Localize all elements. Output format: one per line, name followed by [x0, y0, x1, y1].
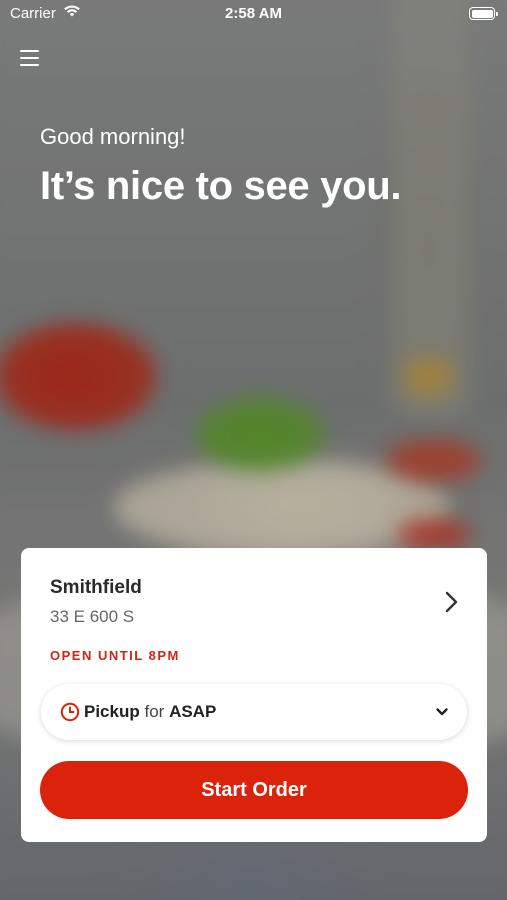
order-mode-dropdown[interactable]: Pickup for ASAP	[41, 684, 467, 740]
store-name[interactable]: Smithfield	[50, 577, 142, 599]
start-order-button[interactable]: Start Order	[40, 761, 468, 819]
status-bar: Carrier 2:58 AM	[0, 0, 507, 30]
order-method: Pickup	[84, 702, 140, 721]
store-card: Smithfield 33 E 600 S OPEN UNTIL 8PM Pic…	[21, 548, 487, 842]
store-hours-status: OPEN UNTIL 8PM	[50, 648, 180, 663]
welcome-headline: It’s nice to see you.	[40, 164, 402, 208]
order-connector: for	[144, 702, 165, 721]
hamburger-menu-icon[interactable]	[18, 46, 42, 70]
order-time: ASAP	[169, 702, 217, 721]
chevron-down-icon	[436, 708, 448, 716]
clock-time: 2:58 AM	[225, 5, 282, 22]
chevron-right-icon[interactable]	[439, 588, 463, 616]
clock-icon	[60, 702, 80, 722]
order-mode-label: Pickup for ASAP	[84, 702, 216, 722]
greeting-text: Good morning!	[40, 124, 186, 149]
store-address: 33 E 600 S	[50, 607, 135, 626]
battery-icon	[469, 7, 498, 20]
